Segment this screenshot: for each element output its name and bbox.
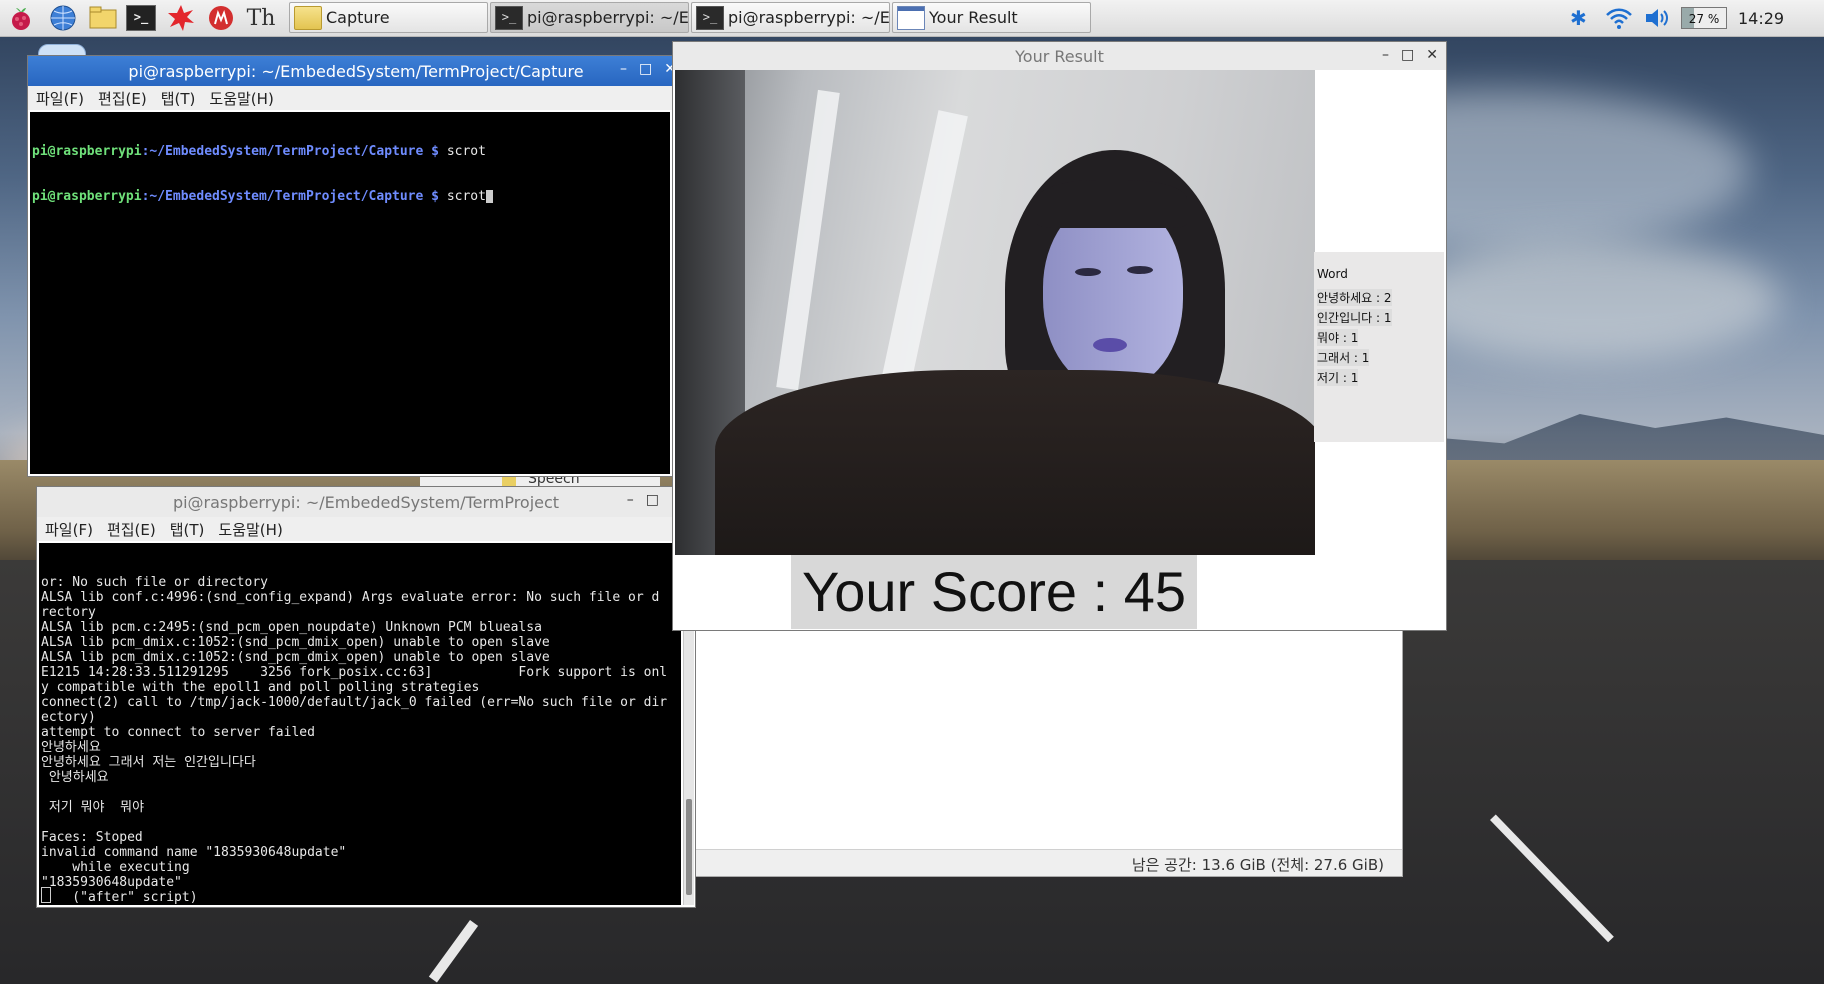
menu-file[interactable]: 파일(F) bbox=[36, 88, 84, 109]
wolfram-icon[interactable] bbox=[206, 3, 236, 33]
web-browser-icon[interactable] bbox=[48, 3, 78, 33]
menu-edit[interactable]: 편집(E) bbox=[107, 519, 156, 540]
terminal-icon: >_ bbox=[495, 5, 523, 30]
menu-edit[interactable]: 편집(E) bbox=[98, 88, 147, 109]
terminal-window-termproject: pi@raspberrypi: ~/EmbededSystem/TermProj… bbox=[37, 487, 695, 907]
terminal-output[interactable]: pi@raspberrypi:~/EmbededSystem/TermProje… bbox=[30, 112, 670, 474]
word-header: Word bbox=[1317, 267, 1348, 281]
terminal-text: or: No such file or directory ALSA lib c… bbox=[41, 575, 668, 905]
menu-file[interactable]: 파일(F) bbox=[45, 519, 93, 540]
menu-help[interactable]: 도움말(H) bbox=[218, 519, 282, 540]
maximize-button[interactable]: □ bbox=[1401, 47, 1414, 63]
close-button[interactable]: ✕ bbox=[1426, 47, 1438, 63]
result-window: Your Result – □ ✕ Word 안녕하세요 : 2 인간입니다 :… bbox=[673, 42, 1446, 630]
bluetooth-icon[interactable]: ✱ bbox=[1570, 0, 1587, 36]
task-terminal-2[interactable]: >_ pi@raspberrypi: ~/E... bbox=[691, 2, 890, 33]
terminal-launcher-icon[interactable]: >_ bbox=[126, 3, 156, 33]
folder-icon bbox=[294, 5, 322, 30]
wifi-icon[interactable] bbox=[1605, 0, 1633, 36]
word-count-item: 안녕하세요 : 2 bbox=[1317, 289, 1392, 306]
word-count-item: 인간입니다 : 1 bbox=[1317, 309, 1392, 326]
menu-bar: 파일(F) 편집(E) 탭(T) 도움말(H) bbox=[37, 517, 695, 541]
menu-tabs[interactable]: 탭(T) bbox=[170, 519, 205, 540]
score-label: Your Score : 45 bbox=[791, 555, 1197, 629]
window-titlebar[interactable]: Your Result – □ ✕ bbox=[673, 42, 1446, 70]
word-panel: Word 안녕하세요 : 2 인간입니다 : 1 뭐야 : 1 그래서 : 1 … bbox=[1314, 252, 1444, 442]
raspberry-menu-icon[interactable] bbox=[6, 3, 36, 33]
status-bar: 남은 공간: 13.6 GiB (전체: 27.6 GiB) bbox=[600, 849, 1402, 876]
minimize-button[interactable]: – bbox=[1382, 47, 1389, 63]
maximize-button[interactable]: □ bbox=[639, 61, 652, 77]
window-title: pi@raspberrypi: ~/EmbededSystem/TermProj… bbox=[128, 61, 584, 81]
taskbar: >_ Th Capture >_ pi@raspberrypi: ~/E... … bbox=[0, 0, 1824, 37]
word-count-item: 그래서 : 1 bbox=[1317, 349, 1370, 366]
math-kernel-icon[interactable] bbox=[166, 3, 196, 33]
terminal-output[interactable]: or: No such file or directory ALSA lib c… bbox=[39, 543, 681, 905]
window-title: pi@raspberrypi: ~/EmbededSystem/TermProj… bbox=[172, 492, 560, 512]
clock[interactable]: 14:29 bbox=[1738, 0, 1784, 36]
terminal-line: pi@raspberrypi:~/EmbededSystem/TermProje… bbox=[32, 144, 486, 159]
battery-indicator[interactable]: 27 % bbox=[1681, 7, 1727, 29]
menu-help[interactable]: 도움말(H) bbox=[209, 88, 273, 109]
disk-space-label: 남은 공간: 13.6 GiB (전체: 27.6 GiB) bbox=[1131, 856, 1384, 874]
minimize-button[interactable]: – bbox=[620, 61, 627, 77]
scrollbar-thumb[interactable] bbox=[686, 799, 692, 895]
volume-icon[interactable] bbox=[1643, 0, 1671, 36]
text-cursor bbox=[485, 190, 493, 203]
window-titlebar[interactable]: pi@raspberrypi: ~/EmbededSystem/TermProj… bbox=[37, 487, 695, 517]
thonny-icon[interactable]: Th bbox=[246, 3, 276, 33]
task-your-result[interactable]: Your Result bbox=[892, 2, 1091, 33]
text-cursor bbox=[41, 887, 51, 903]
window-icon bbox=[897, 5, 925, 30]
terminal-line: pi@raspberrypi:~/EmbededSystem/TermProje… bbox=[32, 189, 670, 204]
window-titlebar[interactable]: pi@raspberrypi: ~/EmbededSystem/TermProj… bbox=[28, 56, 684, 86]
word-count-item: 저기 : 1 bbox=[1317, 369, 1359, 386]
menu-tabs[interactable]: 탭(T) bbox=[161, 88, 196, 109]
task-capture[interactable]: Capture bbox=[289, 2, 488, 33]
terminal-window-capture: pi@raspberrypi: ~/EmbededSystem/TermProj… bbox=[28, 56, 684, 476]
file-manager-window: 남은 공간: 13.6 GiB (전체: 27.6 GiB) bbox=[600, 610, 1402, 876]
window-title: Your Result bbox=[1015, 46, 1104, 66]
file-manager-icon[interactable] bbox=[88, 3, 118, 33]
menu-bar: 파일(F) 편집(E) 탭(T) 도움말(H) bbox=[28, 86, 684, 110]
terminal-icon: >_ bbox=[696, 5, 724, 30]
task-terminal-1[interactable]: >_ pi@raspberrypi: ~/E... bbox=[490, 2, 689, 33]
camera-image bbox=[675, 70, 1315, 555]
maximize-button[interactable]: □ bbox=[646, 492, 659, 508]
word-count-item: 뭐야 : 1 bbox=[1317, 329, 1359, 346]
minimize-button[interactable]: – bbox=[627, 492, 634, 508]
